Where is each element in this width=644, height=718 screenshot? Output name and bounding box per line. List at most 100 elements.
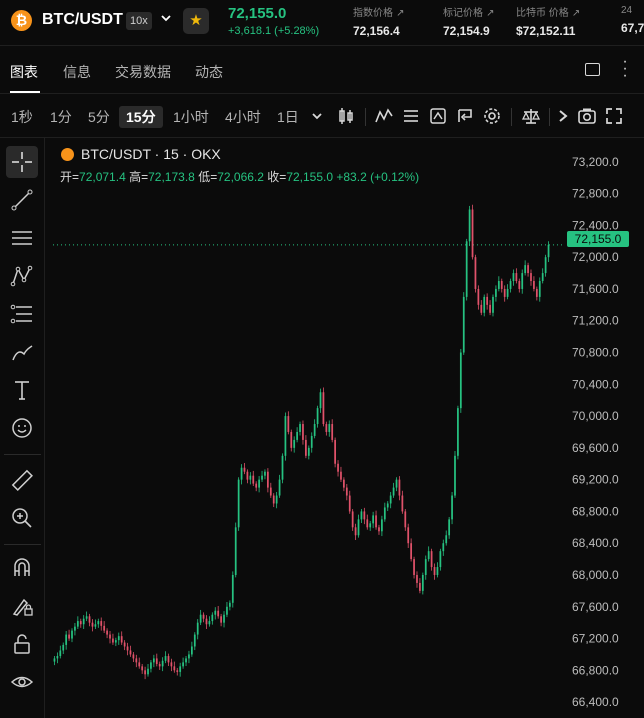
candlestick-chart[interactable]: 73,200.072,800.072,400.072,000.071,600.0… bbox=[45, 138, 644, 718]
y-axis-tick-label: 68,400.0 bbox=[572, 536, 619, 550]
horizontal-lines-icon[interactable] bbox=[6, 222, 38, 254]
candle-body bbox=[398, 479, 401, 496]
brush-icon[interactable] bbox=[6, 336, 38, 368]
candle-body bbox=[410, 543, 413, 560]
low-value: 72,066.2 bbox=[217, 170, 264, 184]
settings-gear-icon[interactable] bbox=[482, 106, 502, 126]
candle-body bbox=[94, 624, 97, 627]
ruler-icon[interactable] bbox=[6, 464, 38, 496]
camera-icon[interactable] bbox=[577, 106, 597, 126]
y-axis-tick-label: 70,000.0 bbox=[572, 409, 619, 423]
candle-body bbox=[214, 610, 217, 615]
candle-body bbox=[220, 616, 222, 623]
candle-body bbox=[343, 479, 345, 488]
expand-icon[interactable] bbox=[604, 106, 624, 126]
pair-name[interactable]: BTC/USDT bbox=[42, 11, 123, 29]
candle-body bbox=[188, 654, 190, 659]
chart-toolbar: 1秒 1分 5分 15分 1小时 4小时 1日 bbox=[0, 94, 644, 138]
external-link-icon[interactable]: ↗ bbox=[486, 8, 494, 19]
pattern-icon[interactable] bbox=[6, 260, 38, 292]
candle-body bbox=[190, 646, 193, 655]
bitcoin-icon: ₿ bbox=[11, 10, 32, 31]
candle-body bbox=[383, 507, 386, 520]
chevron-right-icon[interactable] bbox=[555, 106, 575, 126]
price-chart[interactable]: 73,200.0 72,800.0 72,400.0 72,000.0 71,600.0… bbox=[45, 138, 644, 718]
candle-body bbox=[500, 281, 503, 289]
current-price-tag: 72,155.0 bbox=[567, 231, 629, 247]
trend-line-icon[interactable] bbox=[6, 184, 38, 216]
candle-body bbox=[395, 479, 398, 488]
y-axis-tick-label: 66,400.0 bbox=[572, 695, 619, 709]
chevron-down-icon[interactable] bbox=[310, 106, 330, 126]
interval-1d[interactable]: 1日 bbox=[277, 106, 299, 128]
candle-body bbox=[407, 527, 410, 544]
candle-body bbox=[357, 519, 360, 536]
chevron-down-icon[interactable] bbox=[158, 11, 174, 29]
magnet-icon[interactable] bbox=[6, 552, 38, 584]
fullscreen-icon[interactable] bbox=[585, 63, 600, 76]
tab-trading-data[interactable]: 交易数据 bbox=[115, 62, 171, 82]
more-vertical-icon[interactable]: · · · bbox=[617, 54, 633, 84]
candle-body bbox=[521, 273, 524, 289]
candle-body bbox=[267, 471, 269, 488]
candle-body bbox=[302, 424, 304, 440]
candle-body bbox=[515, 273, 518, 282]
high-label: 高 bbox=[129, 170, 142, 184]
lock-drawings-icon[interactable] bbox=[6, 590, 38, 622]
candle-body bbox=[345, 487, 348, 496]
tab-feed[interactable]: 动态 bbox=[195, 62, 223, 82]
candle-body bbox=[114, 640, 117, 643]
candle-body bbox=[252, 475, 255, 484]
y-axis-tick-label: 66,800.0 bbox=[572, 663, 619, 677]
eye-icon[interactable] bbox=[6, 666, 38, 698]
close-label: 收 bbox=[267, 170, 280, 184]
unlock-icon[interactable] bbox=[6, 628, 38, 660]
candle-body bbox=[234, 527, 237, 575]
y-axis-tick-label: 71,600.0 bbox=[572, 282, 619, 296]
candle-body bbox=[465, 241, 468, 297]
candle-body bbox=[97, 621, 100, 625]
replay-icon[interactable] bbox=[455, 106, 475, 126]
candle-body bbox=[231, 574, 234, 603]
candle-body bbox=[211, 614, 214, 622]
candle-body bbox=[158, 663, 161, 667]
candle-body bbox=[424, 559, 427, 575]
candle-body bbox=[372, 515, 375, 524]
tab-info[interactable]: 信息 bbox=[63, 62, 91, 82]
candle-body bbox=[290, 431, 293, 448]
candle-body bbox=[319, 392, 322, 409]
interval-15m[interactable]: 15分 bbox=[119, 106, 163, 128]
tab-chart[interactable]: 图表 bbox=[10, 62, 38, 82]
interval-1s[interactable]: 1秒 bbox=[11, 106, 33, 128]
candle-body bbox=[527, 265, 529, 274]
candle-body bbox=[433, 567, 436, 575]
fib-retracement-icon[interactable] bbox=[6, 298, 38, 330]
list-icon[interactable] bbox=[401, 106, 421, 126]
interval-4h[interactable]: 4小时 bbox=[225, 106, 261, 128]
interval-5m[interactable]: 5分 bbox=[88, 106, 110, 128]
text-tool-icon[interactable] bbox=[6, 374, 38, 406]
interval-1m[interactable]: 1分 bbox=[50, 106, 72, 128]
candle-body bbox=[182, 662, 184, 667]
external-link-icon[interactable]: ↗ bbox=[572, 8, 580, 19]
indicators-icon[interactable] bbox=[374, 106, 394, 126]
zoom-in-icon[interactable] bbox=[6, 502, 38, 534]
candle-body bbox=[249, 475, 252, 480]
external-link-icon[interactable]: ↗ bbox=[396, 8, 404, 19]
emoji-icon[interactable] bbox=[6, 412, 38, 444]
candle-body bbox=[381, 519, 383, 532]
candle-body bbox=[129, 650, 132, 655]
candle-body bbox=[331, 424, 334, 440]
y-axis-tick-label: 71,200.0 bbox=[572, 314, 619, 328]
crosshair-icon[interactable] bbox=[6, 146, 38, 178]
candle-body bbox=[147, 668, 149, 675]
candle-body bbox=[74, 626, 76, 631]
alert-icon[interactable] bbox=[428, 106, 448, 126]
candle-body bbox=[161, 660, 164, 667]
interval-1h[interactable]: 1小时 bbox=[173, 106, 209, 128]
candle-type-icon[interactable] bbox=[336, 106, 356, 126]
chart-legend-title: BTC/USDT · 15 · OKX bbox=[81, 146, 221, 162]
favorite-star-button[interactable]: ★ bbox=[183, 8, 209, 34]
ticker-header: ₿ BTC/USDT 10x ★ 72,155.0 +3,618.1 (+5.2… bbox=[0, 0, 644, 46]
compare-scale-icon[interactable] bbox=[521, 106, 541, 126]
